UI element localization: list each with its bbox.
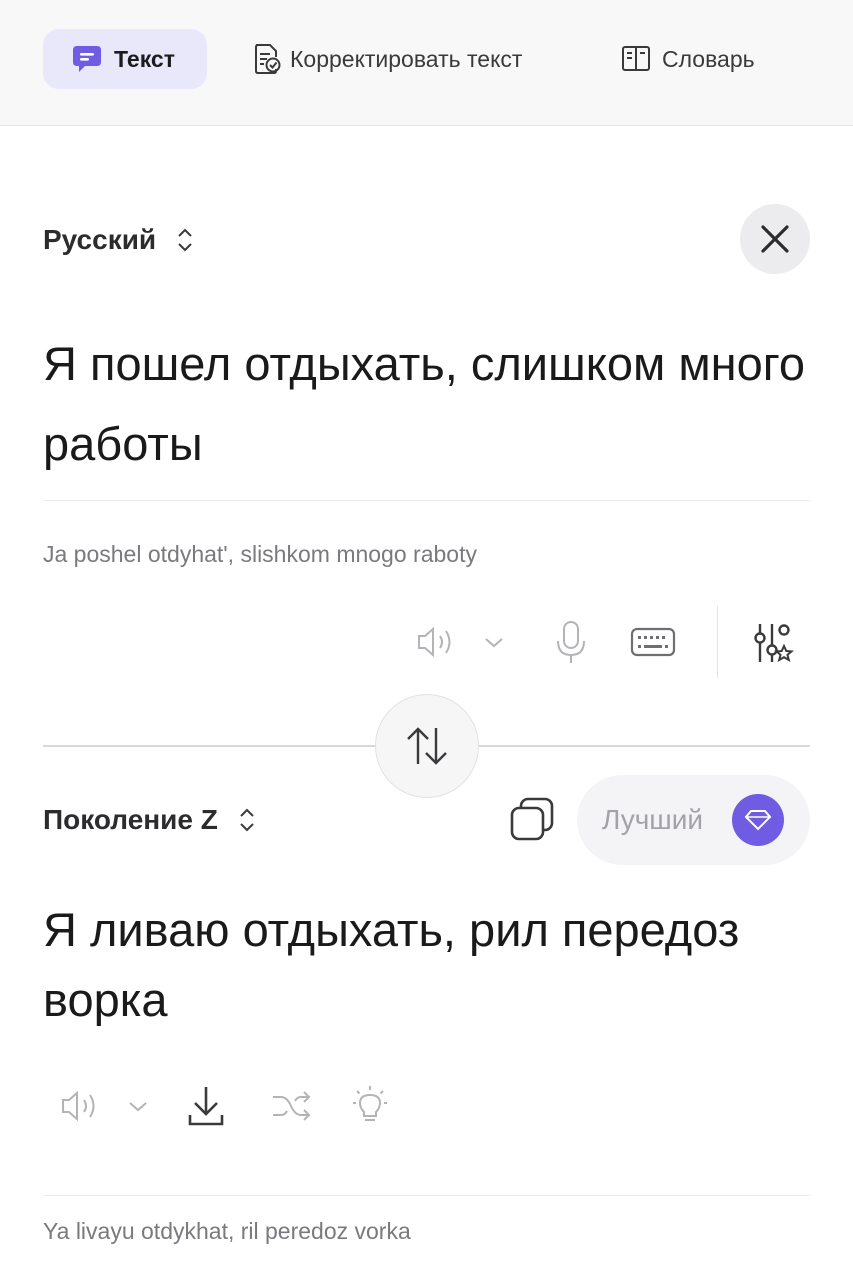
rephrase-button[interactable] [270, 1086, 314, 1126]
toolbar-separator [717, 606, 718, 678]
swap-arrows-icon [407, 727, 447, 765]
quality-mode-label: Лучший [602, 804, 704, 835]
download-icon [188, 1087, 224, 1126]
source-transliteration: Ja poshel otdyhat', slishkom mnogo rabot… [43, 541, 477, 567]
keyboard-button[interactable] [630, 626, 676, 658]
chevron-up-down-icon [178, 228, 192, 252]
source-toolbar [414, 616, 676, 668]
lightbulb-icon [353, 1086, 387, 1121]
target-voice-options-button[interactable] [126, 1096, 150, 1116]
speaker-icon [62, 1090, 95, 1122]
microphone-icon [557, 621, 585, 663]
chat-bubble-icon [73, 46, 101, 72]
source-voice-options-button[interactable] [482, 632, 506, 652]
top-tab-bar: Текст Корректировать текст Словарь [0, 0, 853, 126]
keyboard-icon [630, 627, 676, 657]
source-speak-button[interactable] [414, 622, 458, 662]
target-speak-button[interactable] [58, 1086, 102, 1126]
tab-dictionary[interactable]: Словарь [620, 29, 755, 89]
settings-button[interactable] [750, 620, 796, 668]
copy-button[interactable] [506, 795, 558, 847]
book-icon [622, 46, 650, 71]
tab-dictionary-label: Словарь [662, 45, 755, 72]
download-button[interactable] [186, 1084, 226, 1128]
speaker-icon [418, 626, 451, 658]
quality-mode-toggle[interactable]: Лучший [577, 775, 810, 865]
document-check-icon [255, 44, 281, 74]
source-divider [43, 500, 810, 501]
copy-icon [510, 797, 554, 841]
tab-correct-text[interactable]: Корректировать текст [252, 29, 522, 89]
tab-correct-text-label: Корректировать текст [290, 45, 523, 72]
diamond-icon [744, 810, 772, 831]
chevron-down-icon [485, 638, 503, 648]
target-toolbar [58, 1082, 392, 1130]
target-transliteration: Ya livayu otdykhat, ril peredoz vorka [43, 1218, 411, 1244]
explain-button[interactable] [348, 1084, 392, 1128]
source-text-input[interactable]: Я пошел отдыхать, слишком много работы [43, 324, 813, 484]
gem-badge [732, 794, 784, 846]
sliders-star-icon [754, 624, 794, 663]
close-icon [761, 225, 789, 253]
target-language-label: Поколение Z [43, 804, 218, 835]
microphone-button[interactable] [551, 619, 591, 665]
source-language-label: Русский [43, 224, 157, 255]
tab-text[interactable]: Текст [43, 29, 207, 89]
chevron-up-down-icon [240, 808, 254, 832]
swap-languages-button[interactable] [375, 694, 479, 798]
source-language-selector[interactable]: Русский [43, 219, 194, 261]
target-language-selector[interactable]: Поколение Z [43, 799, 256, 841]
tab-text-label: Текст [114, 45, 175, 72]
chevron-down-icon [129, 1102, 147, 1112]
translated-text: Я ливаю отдыхать, рил передоз ворка [43, 903, 740, 1026]
target-divider [43, 1195, 810, 1196]
shuffle-icon [273, 1091, 311, 1121]
clear-text-button[interactable] [740, 204, 810, 274]
